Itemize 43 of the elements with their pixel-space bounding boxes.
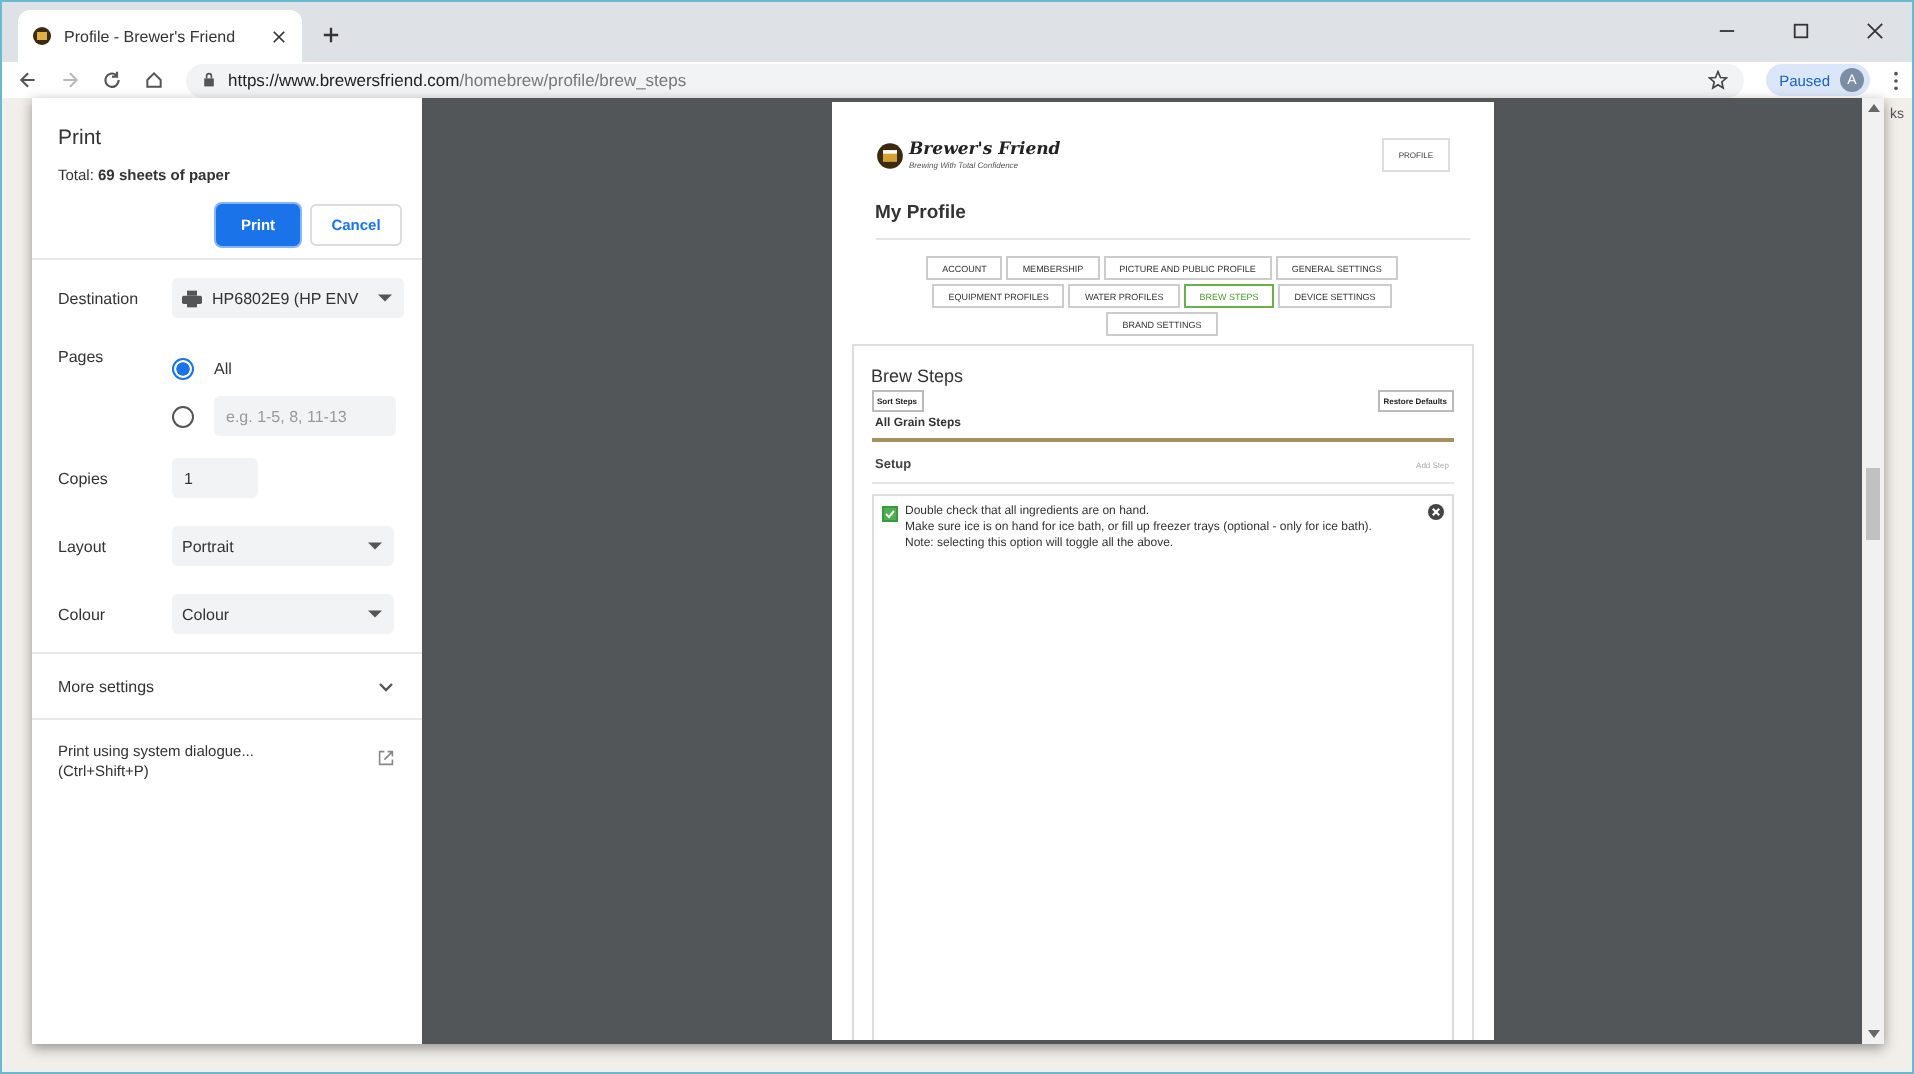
pages-label: Pages [58,348,106,366]
star-icon[interactable] [1707,70,1728,90]
page-heading: My Profile [875,172,1469,240]
copies-field[interactable]: 1 [172,458,258,498]
caret-icon [368,542,382,550]
lock-icon [202,72,216,88]
page-range-field[interactable]: e.g. 1-5, 8, 11-13 [214,396,396,436]
printer-icon [182,289,202,307]
destination-label: Destination [58,289,141,307]
more-settings-toggle[interactable]: More settings [32,658,422,714]
caret-icon [378,294,393,302]
radio-button[interactable] [172,405,194,427]
layout-label: Layout [58,537,109,555]
close-icon[interactable] [272,29,286,43]
scroll-down-icon[interactable] [1867,1030,1879,1038]
mug-icon [32,26,52,46]
logo-icon [875,141,903,169]
external-link-icon [378,750,394,766]
all-pages-label: All [214,359,232,377]
new-tab-icon[interactable] [322,26,340,44]
remove-icon[interactable] [1427,504,1443,520]
reload-icon[interactable] [102,70,122,90]
colour-dropdown[interactable]: Colour [172,594,394,634]
maximize-icon[interactable] [1792,22,1810,40]
step-checkbox[interactable] [881,506,897,522]
scroll-up-icon[interactable] [1867,104,1879,112]
home-icon[interactable] [144,70,164,90]
back-icon[interactable] [18,70,38,90]
menu-icon[interactable] [1892,69,1900,91]
layout-dropdown[interactable]: Portrait [172,526,394,566]
copies-label: Copies [58,469,110,487]
scroll-thumb[interactable] [1866,468,1880,540]
browser-tab[interactable]: Profile - Brewer's Friend [18,10,302,62]
print-title: Print [56,124,104,150]
destination-dropdown[interactable]: HP6802E9 (HP ENV [172,278,405,318]
caret-icon [368,610,382,618]
logo-text: Brewer's Friend [909,140,1061,160]
close-icon[interactable] [1866,22,1884,40]
chevron-icon [378,681,394,691]
address-bar[interactable]: https://www.brewersfriend.com/homebrew/profile/brew_steps [186,63,1744,97]
radio-button[interactable] [172,357,194,379]
colour-label: Colour [58,605,108,623]
section-title: Brew Steps [871,366,966,386]
